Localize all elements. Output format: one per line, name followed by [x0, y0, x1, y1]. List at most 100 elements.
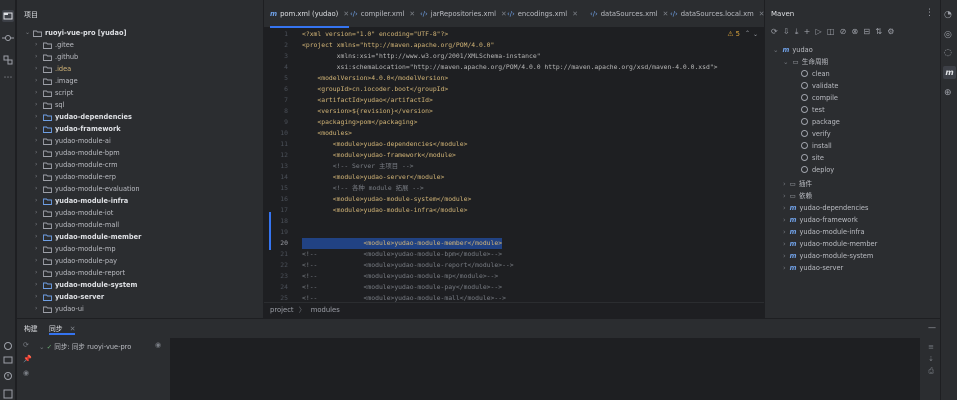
maven-goal[interactable]: validate — [801, 80, 838, 92]
run-icon[interactable]: ▷ — [815, 27, 826, 36]
tree-item[interactable]: › yudao-module-bpm — [17, 147, 263, 159]
chevron-right-icon[interactable]: › — [35, 243, 41, 255]
settings-icon[interactable]: ⚙ — [887, 27, 899, 36]
tree-item[interactable]: › yudao-module-pay — [17, 255, 263, 267]
chevron-right-icon[interactable]: › — [35, 111, 41, 123]
print-icon[interactable]: ⎙ — [928, 367, 934, 376]
run-tool-icon[interactable] — [2, 340, 14, 352]
tree-item[interactable]: › yudao-module-erp — [17, 171, 263, 183]
commit-tool-icon[interactable] — [2, 32, 14, 44]
collapse-all-icon[interactable]: ⇅ — [875, 27, 887, 36]
chevron-right-icon[interactable]: › — [35, 75, 41, 87]
maven-goal[interactable]: compile — [801, 92, 838, 104]
chevron-right-icon[interactable]: › — [35, 51, 41, 63]
maven-goal[interactable]: package — [801, 116, 840, 128]
tree-item[interactable]: › yudao-ui — [17, 303, 263, 315]
chevron-right-icon[interactable]: › — [35, 87, 41, 99]
editor-tab[interactable]: ‹/› encodings.xml ✕ — [507, 0, 578, 28]
chevron-down-icon[interactable]: ⌄ — [753, 31, 758, 38]
tree-item[interactable]: › yudao-module-mall — [17, 219, 263, 231]
rerun-icon[interactable]: ⟳ — [23, 341, 29, 349]
maven-module[interactable]: › m yudao-module-member — [783, 238, 877, 250]
maven-module[interactable]: › m yudao-server — [783, 262, 843, 274]
maven-module[interactable]: › m yudao-framework — [783, 214, 858, 226]
maven-group[interactable]: › ▭ 插件 — [783, 178, 812, 190]
tree-item[interactable]: › yudao-module-ai — [17, 135, 263, 147]
tree-item[interactable]: › .github — [17, 51, 263, 63]
maven-root[interactable]: ⌄ m yudao — [773, 44, 813, 56]
editor-tab[interactable]: ‹/› jarRepositories.xml ✕ — [420, 0, 507, 28]
eye-icon[interactable]: ◉ — [23, 369, 29, 377]
tree-item[interactable]: › sql — [17, 99, 263, 111]
minimize-icon[interactable]: — — [928, 323, 936, 332]
more-options-icon[interactable]: ⋮ — [925, 8, 934, 18]
tree-item[interactable]: › .gitee — [17, 39, 263, 51]
maven-goal[interactable]: install — [801, 140, 832, 152]
breadcrumb-item-modules[interactable]: modules — [311, 306, 340, 314]
chevron-right-icon[interactable]: › — [35, 63, 41, 75]
maven-goal[interactable]: verify — [801, 128, 831, 140]
tree-item[interactable]: › yudao-module-evaluation — [17, 183, 263, 195]
maven-module[interactable]: › m yudao-dependencies — [783, 202, 868, 214]
chevron-right-icon[interactable]: › — [35, 219, 41, 231]
tree-item[interactable]: › yudao-module-crm — [17, 159, 263, 171]
tree-item[interactable]: › yudao-module-report — [17, 267, 263, 279]
tree-item[interactable]: › script — [17, 87, 263, 99]
build-output-console[interactable] — [170, 338, 920, 400]
maven-group[interactable]: › ▭ 依赖 — [783, 190, 812, 202]
chevron-right-icon[interactable]: › — [35, 99, 41, 111]
chevron-right-icon[interactable]: › — [35, 39, 41, 51]
maven-module[interactable]: › m yudao-module-system — [783, 250, 873, 262]
chevron-right-icon[interactable]: › — [35, 123, 41, 135]
tree-item[interactable]: › yudao-module-infra — [17, 195, 263, 207]
eye-icon[interactable]: ◉ — [155, 341, 161, 349]
chevron-right-icon[interactable]: › — [35, 147, 41, 159]
problems-tool-icon[interactable] — [2, 370, 14, 382]
close-icon[interactable]: ✕ — [343, 10, 349, 18]
maven-goal[interactable]: test — [801, 104, 825, 116]
git-tool-icon[interactable] — [2, 388, 14, 400]
close-icon[interactable]: ✕ — [572, 10, 578, 18]
close-icon[interactable]: ✕ — [409, 10, 415, 18]
skip-tests-icon[interactable]: ⊗ — [852, 27, 864, 36]
editor-tab[interactable]: m pom.xml (yudao) ✕ — [270, 0, 350, 28]
breadcrumb-item-project[interactable]: project — [270, 306, 294, 314]
chevron-down-icon[interactable]: ⌄ — [25, 27, 31, 39]
close-icon[interactable]: ✕ — [663, 10, 669, 18]
maven-goal[interactable]: clean — [801, 68, 830, 80]
chevron-right-icon[interactable]: › — [35, 279, 41, 291]
maven-tool-icon[interactable]: m — [943, 66, 956, 79]
sync-tree-item[interactable]: ⌄ ✓ 同步: 同步 ruoyi-vue-pro — [39, 341, 131, 351]
add-icon[interactable]: + — [804, 27, 816, 36]
tree-item[interactable]: › yudao-server — [17, 291, 263, 303]
database-icon[interactable]: ◌ — [944, 48, 952, 58]
chevron-right-icon[interactable]: › — [35, 255, 41, 267]
warning-indicator[interactable]: ⚠ 5 — [727, 30, 740, 38]
tree-item[interactable]: › .image — [17, 75, 263, 87]
tree-item[interactable]: › yudao-dependencies — [17, 111, 263, 123]
chevron-up-icon[interactable]: ⌃ — [745, 30, 750, 37]
toggle-offline-icon[interactable]: ⊘ — [840, 27, 852, 36]
tree-item[interactable]: › yudao-module-system — [17, 279, 263, 291]
editor-tab[interactable]: ‹/› dataSources.local.xm ✕ — [670, 0, 764, 28]
tree-item[interactable]: › yudao-module-iot — [17, 207, 263, 219]
generate-sources-icon[interactable]: ⇩ — [783, 27, 795, 36]
tab-sync[interactable]: 同步 ✕ — [49, 319, 76, 335]
chevron-right-icon[interactable]: › — [35, 171, 41, 183]
soft-wrap-icon[interactable]: ≡ — [928, 343, 934, 351]
maven-goal[interactable]: deploy — [801, 164, 834, 176]
tree-item[interactable]: › .idea — [17, 63, 263, 75]
maven-module[interactable]: › m yudao-module-infra — [783, 226, 865, 238]
editor-tab[interactable]: ‹/› dataSources.xml ✕ — [590, 0, 668, 28]
reload-icon[interactable]: ⟳ — [771, 27, 783, 36]
close-icon[interactable]: ✕ — [501, 10, 507, 18]
globe-icon[interactable]: ⊕ — [944, 88, 952, 98]
chevron-right-icon[interactable]: › — [35, 135, 41, 147]
tree-item[interactable]: › yudao-module-member — [17, 231, 263, 243]
chevron-right-icon[interactable]: › — [35, 267, 41, 279]
chevron-right-icon[interactable]: › — [35, 183, 41, 195]
tree-item[interactable]: ⌄ ruoyi-vue-pro [yudao] — [17, 27, 263, 39]
pin-icon[interactable]: 📌 — [23, 355, 32, 363]
tree-item[interactable]: › yudao-framework — [17, 123, 263, 135]
tree-item[interactable]: › yudao-module-mp — [17, 243, 263, 255]
